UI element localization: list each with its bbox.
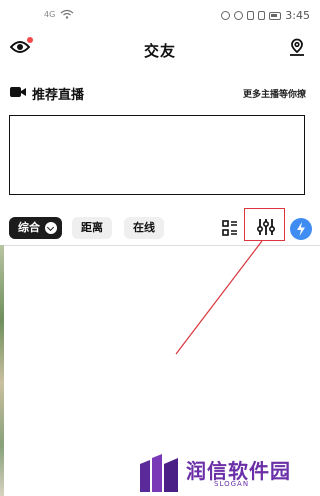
tab-label: 综合 (18, 221, 40, 234)
lightning-icon (297, 222, 305, 236)
live-stream-carousel[interactable] (9, 115, 305, 195)
chevron-down-icon (45, 222, 57, 234)
more-hosts-link[interactable]: 更多主播等你撩 (243, 87, 306, 100)
battery-icon (269, 11, 282, 20)
tab-online[interactable]: 在线 (124, 217, 164, 239)
tab-label: 距离 (81, 221, 103, 234)
wifi-icon (60, 9, 74, 19)
sliders-icon[interactable] (256, 218, 276, 236)
tab-label: 在线 (133, 221, 155, 234)
boost-button[interactable] (290, 218, 312, 240)
clock-icon (234, 11, 244, 20)
watermark-logo (140, 454, 178, 492)
list-grid-icon[interactable] (222, 220, 238, 236)
feed-image-edge (0, 245, 4, 496)
tab-distance[interactable]: 距离 (72, 217, 112, 239)
status-bar: 4G 3:45 (0, 0, 320, 32)
status-time: 3:45 (285, 9, 310, 22)
app-header: 交友 (0, 32, 320, 66)
location-person-icon[interactable] (288, 38, 306, 56)
tab-comprehensive[interactable]: 综合 (9, 217, 62, 239)
vibrate-icon (258, 11, 266, 20)
camera-icon (10, 87, 26, 97)
live-section-header: 推荐直播 更多主播等你撩 (0, 82, 320, 104)
page-title: 交友 (143, 42, 176, 60)
live-section-title: 推荐直播 (32, 88, 85, 103)
watermark-subtitle: SLOGAN (214, 480, 250, 488)
signal-text: 4G (44, 10, 56, 19)
alarm-icon (221, 11, 231, 20)
bluetooth-icon (247, 11, 255, 20)
